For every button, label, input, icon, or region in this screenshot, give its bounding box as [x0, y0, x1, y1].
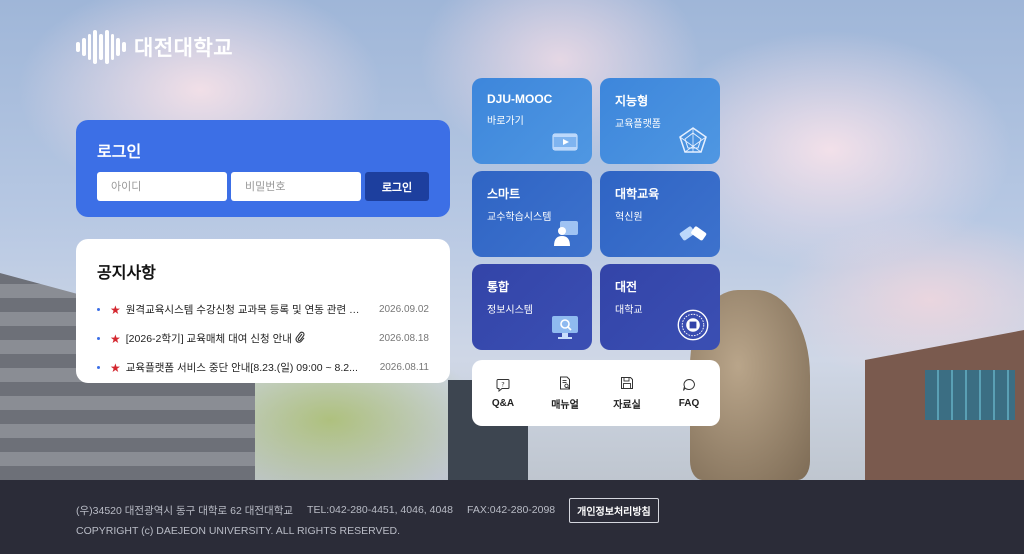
- footer-fax: FAX:042-280-2098: [466, 504, 556, 516]
- login-panel: 로그인 로그인: [76, 120, 450, 217]
- save-disk-icon: [621, 376, 633, 389]
- footer-address: (우)34520 대전광역시 동구 대학로 62 대전대학교: [76, 504, 294, 517]
- login-button[interactable]: 로그인: [365, 172, 429, 201]
- login-title: 로그인: [97, 144, 142, 161]
- notice-item[interactable]: ★ 교육플랫폼 서비스 중단 안내[8.23.(일) 09:00 ~ 8.2..…: [97, 353, 429, 382]
- notice-item-title: 원격교육시스템 수강신청 교과목 등록 및 연동 관련 안내: [125, 304, 365, 316]
- tile-title: DJU-MOOC: [487, 92, 553, 106]
- pentagon-icon: [679, 127, 707, 153]
- tile-daejeon-university[interactable]: 대전 대학교: [600, 264, 720, 350]
- quick-links-bar: ? Q&A 매뉴얼 자료실 FAQ: [472, 360, 720, 426]
- quick-link-manual[interactable]: 매뉴얼: [534, 360, 596, 426]
- attachment-icon: [295, 331, 305, 346]
- notice-item-date: 2026.09.02: [378, 304, 429, 315]
- quick-link-archive[interactable]: 자료실: [596, 360, 658, 426]
- notice-item-title: 교육플랫폼 서비스 중단 안내[8.23.(일) 09:00 ~ 8.2...: [125, 362, 358, 374]
- tile-title: 지능형: [615, 94, 649, 108]
- tile-education-innovation[interactable]: 대학교육 혁신원: [600, 171, 720, 257]
- quick-link-label: FAQ: [678, 397, 700, 409]
- tile-title: 대학교육: [615, 187, 660, 201]
- document-search-icon: [560, 376, 570, 389]
- footer-copyright: COPYRIGHT (c) DAEJEON UNIVERSITY. ALL RI…: [76, 525, 401, 537]
- brand-logo[interactable]: 대전대학교: [76, 30, 233, 64]
- handshake-icon: [679, 226, 707, 241]
- footer-tel: TEL:042-280-4451, 4046, 4048: [307, 504, 453, 516]
- university-seal-icon: [677, 309, 709, 341]
- notice-title: 공지사항: [97, 265, 156, 282]
- star-icon: ★: [110, 360, 121, 375]
- privacy-policy-button[interactable]: 개인정보처리방침: [569, 497, 659, 523]
- password-input[interactable]: [231, 172, 361, 201]
- bullet-dot-icon: [97, 366, 100, 369]
- notice-item[interactable]: ★ [2026-2학기] 교육매체 대여 신청 안내 2026.08.18: [97, 324, 429, 353]
- monitor-search-icon: [552, 316, 578, 339]
- quick-link-qna[interactable]: ? Q&A: [472, 360, 534, 426]
- svg-text:?: ?: [501, 380, 504, 388]
- tile-integrated-info-system[interactable]: 통합 정보시스템: [472, 264, 592, 350]
- quick-link-label: 자료실: [613, 399, 641, 411]
- bullet-dot-icon: [97, 308, 100, 311]
- tile-dju-mooc[interactable]: DJU-MOOC 바로가기: [472, 78, 592, 164]
- brand-name: 대전대학교: [134, 37, 234, 60]
- notice-panel: 공지사항 ★ 원격교육시스템 수강신청 교과목 등록 및 연동 관련 안내 20…: [76, 239, 450, 383]
- star-icon: ★: [110, 331, 121, 346]
- star-icon: ★: [110, 302, 121, 317]
- question-bubble-icon: ?: [496, 378, 510, 392]
- video-icon: [552, 133, 578, 151]
- dju-logo-icon: [76, 30, 127, 64]
- quick-link-label: 매뉴얼: [551, 399, 579, 411]
- teacher-icon: [554, 221, 578, 246]
- tile-title: 통합: [487, 280, 510, 294]
- tile-title: 대전: [615, 280, 638, 294]
- tile-intelligent-platform[interactable]: 지능형 교육플랫폼: [600, 78, 720, 164]
- quick-link-faq[interactable]: FAQ: [658, 360, 720, 426]
- bullet-dot-icon: [97, 337, 100, 340]
- notice-item[interactable]: ★ 원격교육시스템 수강신청 교과목 등록 및 연동 관련 안내 2026.09…: [97, 295, 429, 324]
- notice-item-title: [2026-2학기] 교육매체 대여 신청 안내: [125, 333, 292, 345]
- notice-item-date: 2026.08.18: [378, 333, 429, 344]
- footer: (우)34520 대전광역시 동구 대학로 62 대전대학교 TEL:042-2…: [0, 480, 1024, 554]
- quick-link-label: Q&A: [491, 397, 515, 409]
- tile-subtitle: 바로가기: [487, 116, 524, 127]
- username-input[interactable]: [97, 172, 227, 201]
- chat-icon: [683, 378, 695, 391]
- notice-item-date: 2026.08.11: [379, 362, 429, 373]
- tile-smart-lms[interactable]: 스마트 교수학습시스템: [472, 171, 592, 257]
- tile-title: 스마트: [487, 187, 521, 201]
